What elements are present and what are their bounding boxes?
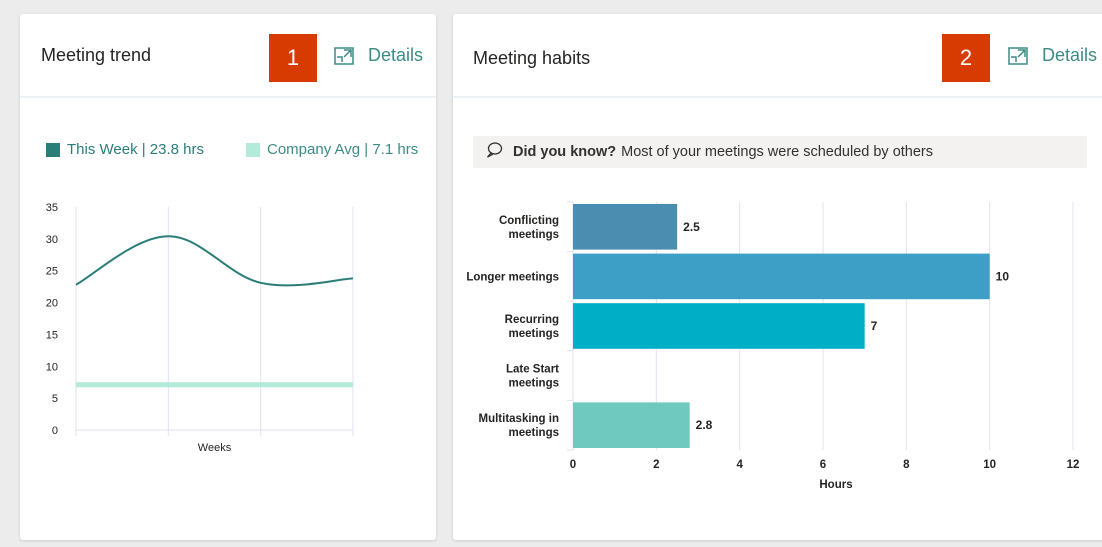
- y-tick-label: 30: [46, 234, 58, 246]
- category-label: Multitasking in: [479, 413, 560, 425]
- meeting-habits-card: Meeting habits 2 Details Did you know? M…: [453, 14, 1102, 540]
- x-axis-label: Hours: [819, 479, 852, 491]
- y-tick-label: 15: [46, 329, 58, 341]
- x-tick-label: 6: [820, 459, 826, 471]
- x-tick-label: 8: [903, 459, 910, 471]
- y-tick-label: 5: [52, 393, 58, 405]
- x-tick-label: 12: [1067, 459, 1080, 471]
- x-axis-label: Weeks: [198, 442, 232, 454]
- y-tick-label: 10: [46, 361, 58, 373]
- bar: [573, 402, 690, 448]
- category-label: Longer meetings: [466, 271, 559, 283]
- category-label: Conflicting: [499, 215, 559, 227]
- x-tick-label: 0: [570, 459, 576, 471]
- meeting-trend-chart: 0 5 10 15 20 25 30 35 Weeks: [46, 202, 354, 454]
- x-tick-label: 4: [736, 459, 743, 471]
- series-line-this-week: [75, 235, 354, 287]
- data-label: 2.8: [696, 418, 713, 432]
- x-tick-label: 2: [653, 459, 659, 471]
- data-label: 2.5: [683, 220, 700, 234]
- bar: [573, 303, 865, 349]
- meeting-habits-chart: 2.5 Conflicting meetings 10 Longer meetings 7…: [466, 201, 1080, 491]
- y-tick-label: 0: [52, 425, 58, 437]
- y-tick-label: 35: [46, 202, 58, 214]
- category-label: meetings: [509, 328, 560, 340]
- category-label: meetings: [509, 378, 560, 390]
- bar: [573, 204, 678, 250]
- x-tick-label: 10: [983, 459, 996, 471]
- bar: [573, 253, 990, 300]
- y-tick-label: 25: [46, 266, 58, 278]
- category-label: Late Start: [506, 364, 559, 376]
- category-label: Recurring: [505, 314, 559, 326]
- data-label: 10: [996, 269, 1010, 283]
- category-label: meetings: [509, 229, 560, 241]
- data-label: 7: [871, 319, 878, 333]
- category-label: meetings: [509, 427, 560, 439]
- y-tick-label: 20: [46, 298, 58, 310]
- meeting-trend-card: Meeting trend 1 Details This Week | 23.8…: [20, 14, 436, 540]
